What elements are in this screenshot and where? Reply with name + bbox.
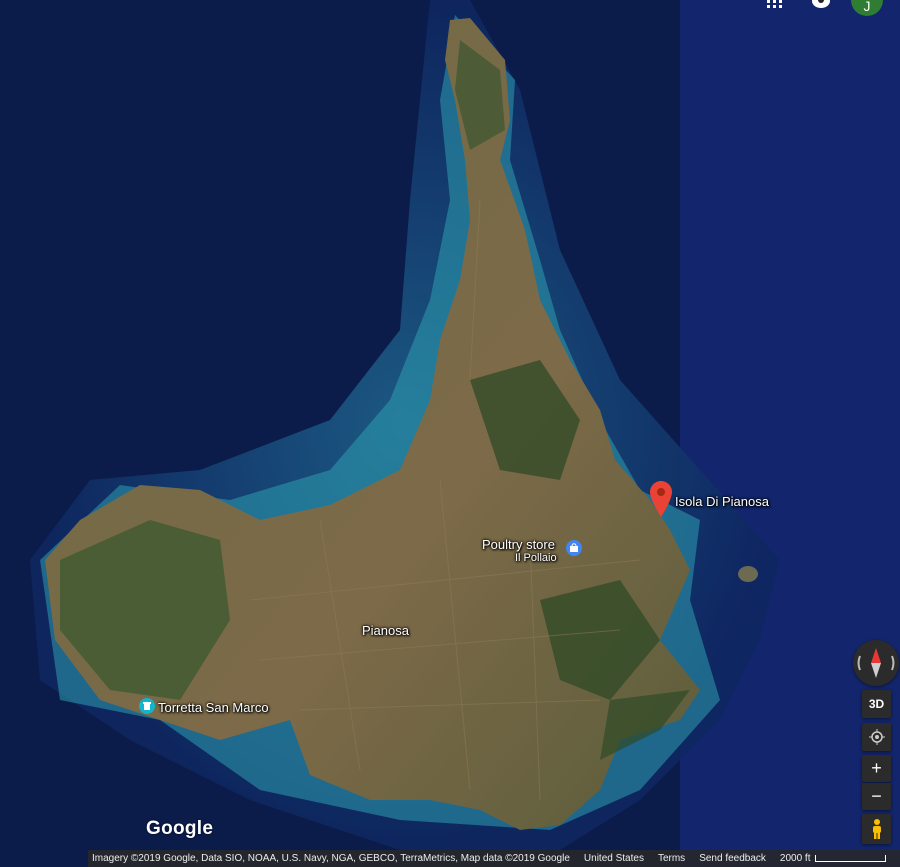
zoom-out-button[interactable]: − [862, 783, 891, 810]
compass-icon[interactable] [853, 640, 899, 686]
map-pin-icon [650, 481, 672, 517]
google-logo: Google [146, 818, 214, 839]
apps-grid-icon[interactable] [766, 0, 784, 8]
map-imagery [0, 0, 900, 867]
shopping-bag-icon[interactable] [566, 540, 582, 556]
tilt-3d-button[interactable]: 3D [862, 690, 891, 718]
zoom-in-button[interactable]: + [862, 755, 891, 782]
poi-label-poultry-store[interactable]: Poultry store [482, 537, 555, 552]
scale-label[interactable]: 2000 ft [780, 853, 811, 864]
terms-link[interactable]: Terms [658, 853, 685, 864]
pegman-icon[interactable] [862, 814, 891, 844]
attribution-text: Imagery ©2019 Google, Data SIO, NOAA, U.… [92, 853, 570, 864]
area-label-pianosa[interactable]: Pianosa [362, 623, 409, 638]
map-footer: Imagery ©2019 Google, Data SIO, NOAA, U.… [88, 850, 900, 867]
poi-sublabel-il-pollaio[interactable]: Il Pollaio [515, 552, 557, 564]
scale-bar [814, 855, 886, 862]
send-feedback-link[interactable]: Send feedback [699, 853, 766, 864]
place-pin-label[interactable]: Isola Di Pianosa [675, 494, 769, 509]
satellite-map[interactable] [0, 0, 900, 867]
poi-label-torretta-san-marco[interactable]: Torretta San Marco [158, 700, 269, 715]
landmark-icon[interactable] [139, 698, 155, 714]
place-pin[interactable] [650, 481, 672, 522]
country-link[interactable]: United States [584, 853, 644, 864]
my-location-icon[interactable] [862, 723, 891, 751]
